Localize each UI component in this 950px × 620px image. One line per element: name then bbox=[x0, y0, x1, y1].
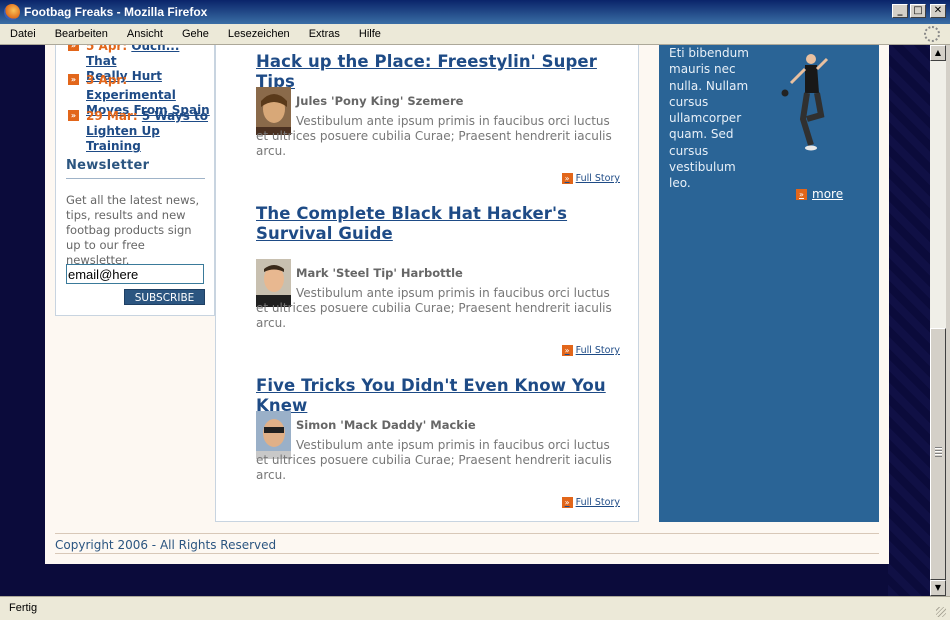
more-label[interactable]: more bbox=[812, 187, 843, 201]
newsletter-title: Newsletter bbox=[66, 158, 150, 173]
more-link[interactable]: » more bbox=[796, 187, 843, 201]
event-link[interactable]: Experimental bbox=[86, 88, 176, 102]
menu-datei[interactable]: Datei bbox=[0, 28, 44, 40]
article-title-link[interactable]: Hack up the Place: Freestylin' Super Tip… bbox=[256, 52, 621, 92]
full-story-label[interactable]: Full Story bbox=[576, 173, 620, 184]
event-date: 29 Mar: bbox=[86, 109, 138, 123]
article-excerpt: Vestibulum ante ipsum primis in faucibus… bbox=[256, 114, 612, 158]
footbag-player-image bbox=[781, 54, 829, 151]
menu-lesezeichen[interactable]: Lesezeichen bbox=[217, 28, 298, 40]
arrow-icon: » bbox=[68, 110, 79, 121]
resize-grip-icon[interactable] bbox=[936, 607, 946, 617]
background-pattern bbox=[888, 45, 930, 596]
arrow-icon: » bbox=[561, 497, 573, 508]
article-excerpt: Vestibulum ante ipsum primis in faucibus… bbox=[256, 286, 612, 330]
left-sidebar: » 5 Apr: Ouch... That Really Hurt » 3 Ap… bbox=[55, 45, 215, 316]
scrollbar-thumb[interactable] bbox=[930, 328, 946, 580]
menu-extras[interactable]: Extras bbox=[298, 28, 348, 40]
article-item: Hack up the Place: Freestylin' Super Tip… bbox=[256, 52, 621, 184]
scroll-up-button[interactable]: ▲ bbox=[930, 45, 946, 61]
browser-viewport: » 5 Apr: Ouch... That Really Hurt » 3 Ap… bbox=[0, 45, 930, 596]
firefox-icon bbox=[4, 4, 20, 20]
divider bbox=[55, 553, 879, 554]
full-story-label[interactable]: Full Story bbox=[576, 345, 620, 356]
email-input[interactable] bbox=[66, 264, 204, 284]
author-name: Simon 'Mack Daddy' Mackie bbox=[296, 418, 476, 432]
menu-bar: Datei Bearbeiten Ansicht Gehe Lesezeiche… bbox=[0, 24, 950, 45]
article-item: The Complete Black Hat Hacker's Survival… bbox=[256, 204, 621, 356]
page-container: » 5 Apr: Ouch... That Really Hurt » 3 Ap… bbox=[45, 45, 889, 564]
copyright-text: Copyright 2006 - All Rights Reserved bbox=[55, 538, 277, 552]
article-excerpt: Vestibulum ante ipsum primis in faucibus… bbox=[256, 438, 612, 482]
full-story-link[interactable]: » Full Story bbox=[561, 497, 620, 508]
author-name: Jules 'Pony King' Szemere bbox=[296, 94, 464, 108]
arrow-icon: » bbox=[68, 45, 79, 51]
author-name: Mark 'Steel Tip' Harbottle bbox=[296, 266, 463, 280]
subscribe-button[interactable]: SUBSCRIBE bbox=[124, 289, 205, 305]
full-story-link[interactable]: » Full Story bbox=[561, 345, 620, 356]
status-bar: Fertig bbox=[0, 596, 950, 620]
menu-hilfe[interactable]: Hilfe bbox=[348, 28, 389, 40]
arrow-icon: » bbox=[796, 188, 807, 200]
scroll-down-button[interactable]: ▼ bbox=[930, 580, 946, 596]
status-text: Fertig bbox=[9, 602, 38, 614]
menu-gehe[interactable]: Gehe bbox=[171, 28, 217, 40]
maximize-button[interactable]: □ bbox=[910, 4, 926, 18]
window-title-bar: Footbag Freaks - Mozilla Firefox _ □ ✕ bbox=[0, 0, 950, 24]
close-button[interactable]: ✕ bbox=[930, 4, 946, 18]
newsletter-text: Get all the latest news, tips, results a… bbox=[66, 193, 200, 267]
event-item: » 29 Mar: 5 Ways to Lighten Up Training bbox=[68, 109, 214, 154]
event-link[interactable]: Lighten Up Training bbox=[86, 124, 160, 153]
full-story-label[interactable]: Full Story bbox=[576, 497, 620, 508]
event-date: 5 Apr: bbox=[86, 45, 128, 53]
menu-ansicht[interactable]: Ansicht bbox=[116, 28, 171, 40]
window-title: Footbag Freaks - Mozilla Firefox bbox=[24, 5, 208, 19]
arrow-icon: » bbox=[68, 74, 79, 85]
throbber-icon bbox=[924, 26, 940, 42]
arrow-icon: » bbox=[561, 173, 573, 184]
panel-text: Eti bibendum mauris nec nulla. Nullam cu… bbox=[669, 46, 749, 191]
menu-bearbeiten[interactable]: Bearbeiten bbox=[44, 28, 116, 40]
right-panel: Eti bibendum mauris nec nulla. Nullam cu… bbox=[659, 45, 879, 522]
article-title-link[interactable]: Five Tricks You Didn't Even Know You Kne… bbox=[256, 376, 621, 416]
grip-icon bbox=[935, 447, 942, 457]
event-date: 3 Apr: bbox=[86, 73, 128, 87]
event-link[interactable]: 5 Ways to bbox=[142, 109, 208, 123]
full-story-link[interactable]: » Full Story bbox=[561, 173, 620, 184]
divider bbox=[66, 178, 205, 179]
minimize-button[interactable]: _ bbox=[892, 4, 908, 18]
article-title-link[interactable]: The Complete Black Hat Hacker's Survival… bbox=[256, 204, 621, 244]
article-list: Hack up the Place: Freestylin' Super Tip… bbox=[215, 45, 639, 522]
divider bbox=[55, 533, 879, 534]
arrow-icon: » bbox=[561, 345, 573, 356]
vertical-scrollbar[interactable]: ▲ ▼ bbox=[930, 45, 946, 596]
article-item: Five Tricks You Didn't Even Know You Kne… bbox=[256, 376, 621, 508]
